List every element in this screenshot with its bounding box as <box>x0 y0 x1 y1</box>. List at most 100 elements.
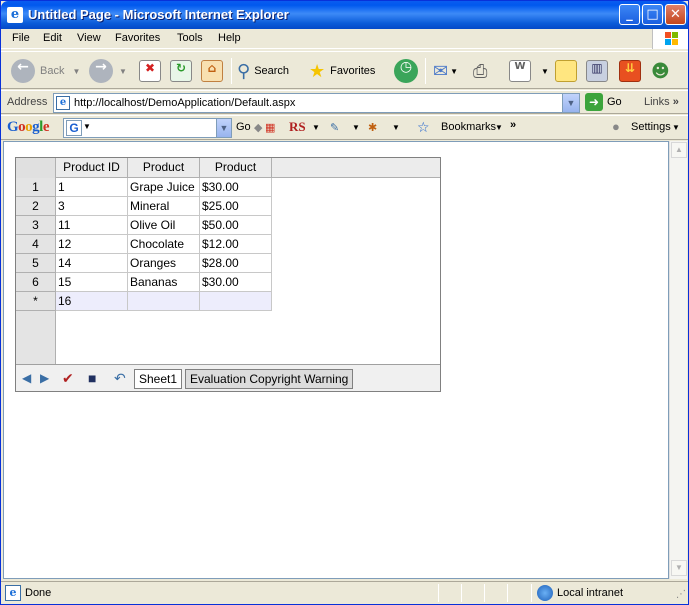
messenger-button[interactable]: ☻ <box>651 57 670 85</box>
printer-icon: ⎙ <box>473 60 488 82</box>
next-sheet-icon[interactable]: ▶ <box>40 370 49 386</box>
history-button[interactable]: ◷ <box>394 57 418 85</box>
settings-button[interactable]: Settings <box>631 121 671 133</box>
address-input[interactable]: e http://localhost/DemoApplication/Defau… <box>53 93 580 113</box>
print-button[interactable]: ⎙ <box>473 57 487 85</box>
address-label: Address <box>7 96 48 108</box>
grid-cell[interactable]: $12.00 <box>200 235 272 254</box>
chevron-down-icon: ▼ <box>392 123 400 132</box>
undo-icon[interactable]: ↶ <box>114 370 126 386</box>
resize-grip-icon[interactable]: ⋰ <box>676 589 686 600</box>
row-header[interactable]: 3 <box>16 216 55 235</box>
row-header[interactable]: 6 <box>16 273 55 292</box>
grid-cell[interactable]: $50.00 <box>200 216 272 235</box>
go-arrow-icon: ➜ <box>585 93 603 111</box>
word-icon: W <box>509 60 531 82</box>
menu-help[interactable]: Help <box>218 32 241 44</box>
menu-favorites[interactable]: Favorites <box>115 32 160 44</box>
chevron-down-icon[interactable]: ▼ <box>216 119 231 137</box>
grid-cell[interactable]: 12 <box>56 235 128 254</box>
translate-icon[interactable]: ✱ <box>368 121 377 134</box>
previous-sheet-icon[interactable]: ◀ <box>22 370 31 386</box>
scroll-up-icon[interactable]: ▲ <box>671 142 687 158</box>
forward-arrow-icon: → <box>89 59 113 83</box>
download-button[interactable]: ⇊ <box>619 57 641 85</box>
search-icon: ⚲ <box>237 60 251 82</box>
home-button[interactable]: ⌂ <box>201 57 223 85</box>
row-header[interactable]: 1 <box>16 178 55 197</box>
column-header[interactable]: Product <box>128 158 200 178</box>
menu-edit[interactable]: Edit <box>43 32 62 44</box>
close-button[interactable]: ✕ <box>665 4 686 25</box>
grid-cell[interactable]: 15 <box>56 273 128 292</box>
stop-button[interactable]: ✖ <box>139 57 161 85</box>
chevron-down-icon[interactable]: ▼ <box>562 94 579 112</box>
pagerank-icon[interactable]: ▦ <box>265 121 275 134</box>
refresh-button[interactable]: ↻ <box>170 57 192 85</box>
column-header[interactable]: Product <box>200 158 272 178</box>
grid-cell[interactable]: Mineral <box>128 197 200 216</box>
edit-button[interactable]: W ▼ <box>509 57 549 85</box>
chevron-down-icon: ▼ <box>312 123 320 132</box>
spellcheck-icon[interactable]: ✎ <box>330 121 339 134</box>
menu-tools[interactable]: Tools <box>177 32 203 44</box>
grid-cell[interactable]: $30.00 <box>200 273 272 292</box>
evaluation-warning-tab[interactable]: Evaluation Copyright Warning <box>185 369 354 389</box>
links-button[interactable]: Links » <box>644 96 679 108</box>
grid-cell[interactable]: $25.00 <box>200 197 272 216</box>
home-icon: ⌂ <box>201 60 223 82</box>
bookmarks-button[interactable]: Bookmarks <box>441 121 496 133</box>
row-header[interactable]: 2 <box>16 197 55 216</box>
grid-cell[interactable]: 3 <box>56 197 128 216</box>
menu-view[interactable]: View <box>77 32 101 44</box>
grid-cell[interactable]: 1 <box>56 178 128 197</box>
back-label: Back <box>40 65 65 77</box>
new-row-cell[interactable]: 16 <box>56 292 128 311</box>
grid-cell[interactable]: $28.00 <box>200 254 272 273</box>
minimize-button[interactable]: _ <box>619 4 640 25</box>
column-header-row: Product ID Product Product <box>16 158 440 178</box>
menu-file[interactable]: File <box>12 32 30 44</box>
column-header[interactable]: Product ID <box>56 158 128 178</box>
star-icon: ★ <box>309 60 326 82</box>
checkmark-icon[interactable]: ✔ <box>62 370 74 386</box>
google-search-input[interactable]: G ▼ ▼ <box>63 118 232 138</box>
research-button[interactable]: ▥ <box>586 57 608 85</box>
favorites-button[interactable]: ★ Favorites <box>309 57 375 85</box>
back-button[interactable]: ← Back ▼ <box>11 57 80 85</box>
maximize-button[interactable]: □ <box>642 4 663 25</box>
new-row-cell[interactable] <box>200 292 272 311</box>
grid-cell[interactable]: 11 <box>56 216 128 235</box>
sheet-footer: ◀ ▶ ✔ ■ ↶ Sheet1 Evaluation Copyright Wa… <box>16 364 440 391</box>
forward-button[interactable]: → ▼ <box>89 57 127 85</box>
go-button[interactable]: ➜ Go <box>585 93 622 111</box>
row-header[interactable]: 5 <box>16 254 55 273</box>
page-icon: e <box>56 96 70 110</box>
chevron-right-icon[interactable]: » <box>510 119 516 131</box>
diamond-icon: ◆ <box>254 122 263 134</box>
zone-label: Local intranet <box>557 587 624 599</box>
grid-cell[interactable]: Chocolate <box>128 235 200 254</box>
spreadsheet-grid: Product ID Product Product 1 2 3 4 5 6 *… <box>15 157 441 392</box>
google-logo[interactable]: Google <box>7 119 50 136</box>
grid-cell[interactable]: Olive Oil <box>128 216 200 235</box>
go-label: Go <box>607 96 622 108</box>
grid-cell[interactable]: Grape Juice <box>128 178 200 197</box>
google-go-button[interactable]: Go <box>236 121 251 133</box>
grid-cell[interactable]: 14 <box>56 254 128 273</box>
sheet-tab[interactable]: Sheet1 <box>134 369 183 389</box>
rs-button[interactable]: RS <box>289 119 306 135</box>
row-header[interactable]: 4 <box>16 235 55 254</box>
new-row-cell[interactable] <box>128 292 200 311</box>
bookmark-star-icon: ☆ <box>417 119 430 135</box>
grid-cell[interactable]: Bananas <box>128 273 200 292</box>
grid-cell[interactable]: $30.00 <box>200 178 272 197</box>
search-button[interactable]: ⚲ Search <box>237 57 289 85</box>
discuss-button[interactable] <box>555 57 577 85</box>
grid-cell[interactable]: Oranges <box>128 254 200 273</box>
save-icon[interactable]: ■ <box>88 370 96 386</box>
scroll-down-icon[interactable]: ▼ <box>671 560 687 576</box>
mail-button[interactable]: ✉ ▼ <box>433 57 458 85</box>
vertical-scrollbar[interactable]: ▲ ▼ <box>669 141 687 579</box>
chevron-down-icon: ▼ <box>119 66 127 76</box>
